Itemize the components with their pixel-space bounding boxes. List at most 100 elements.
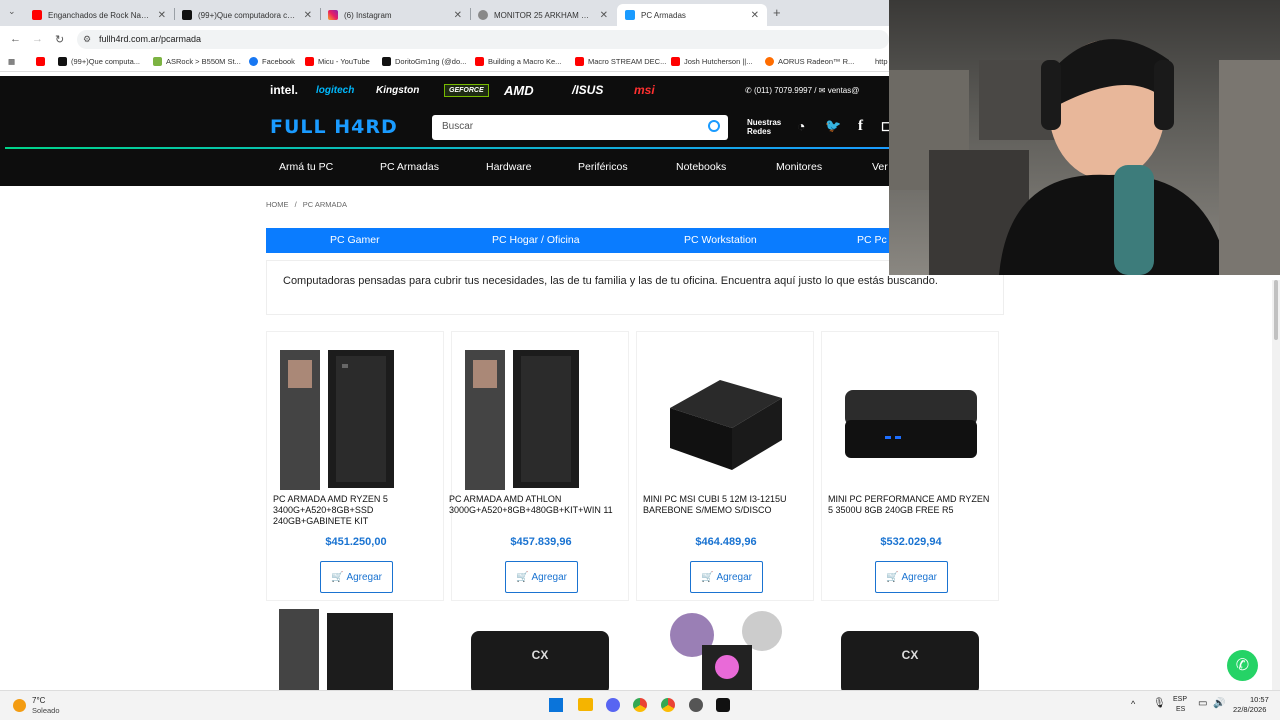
lang-indicator[interactable]: ESP <box>1173 696 1187 703</box>
category-pc-more[interactable]: PC Pc <box>857 234 887 246</box>
product-image <box>670 380 782 470</box>
menu-pc-armadas[interactable]: PC Armadas <box>380 161 439 173</box>
category-pc-gamer[interactable]: PC Gamer <box>330 234 380 246</box>
email-link[interactable]: ventas@ <box>828 86 860 95</box>
weather-desc[interactable]: Soleado <box>32 706 60 715</box>
app-icon[interactable] <box>689 698 703 712</box>
chrome-icon[interactable] <box>633 698 647 712</box>
chevron-up-icon[interactable]: ^ <box>1131 699 1135 709</box>
url-input[interactable]: ⚙ fullh4rd.com.ar/pcarmada <box>77 30 889 49</box>
close-tab-icon[interactable]: ✕ <box>304 10 312 21</box>
product-card[interactable]: CX <box>451 605 629 695</box>
site-info-icon[interactable]: ⚙ <box>83 30 91 49</box>
twitter-icon[interactable]: 🐦 <box>825 118 841 134</box>
add-to-cart-button[interactable]: 🛒 Agregar <box>690 561 763 593</box>
search-input[interactable]: Buscar <box>432 115 728 140</box>
product-card[interactable] <box>266 605 444 695</box>
bookmark-item[interactable]: Facebook <box>249 57 295 66</box>
browser-tab[interactable]: (99+)Que computadora comprar ✕ <box>174 4 320 26</box>
close-tab-icon[interactable]: ✕ <box>751 10 759 21</box>
close-tab-icon[interactable]: ✕ <box>158 10 166 21</box>
product-image <box>845 390 977 458</box>
msi-logo[interactable]: msi <box>634 83 655 97</box>
kingston-logo[interactable]: Kingston <box>376 85 419 96</box>
file-explorer-icon[interactable] <box>578 698 593 711</box>
windows-start-icon[interactable] <box>549 698 563 712</box>
scrollbar-thumb[interactable] <box>1274 280 1278 340</box>
network-icon[interactable]: ▭ <box>1198 698 1207 709</box>
clock-date[interactable]: 22/8/2026 <box>1233 705 1266 714</box>
weather-temp[interactable]: 7°C <box>32 696 45 705</box>
amd-logo[interactable]: AMD <box>504 83 534 98</box>
browser-tab[interactable]: MONITOR 25 ARKHAM GAMER ✕ <box>470 4 616 26</box>
add-to-cart-button[interactable]: 🛒 Agregar <box>505 561 578 593</box>
bookmark-item[interactable]: (99+)Que computa... <box>58 57 140 66</box>
lang-region[interactable]: ES <box>1176 706 1185 713</box>
product-card[interactable]: MINI PC PERFORMANCE AMD RYZEN 5 3500U 8G… <box>821 331 999 601</box>
browser-tab[interactable]: (6) Instagram ✕ <box>320 4 470 26</box>
product-card[interactable]: CX <box>821 605 999 695</box>
reload-icon[interactable]: ↻ <box>55 33 64 46</box>
bookmark-item[interactable]: ASRock > B550M St... <box>153 57 241 66</box>
phone-number[interactable]: (011) 7079.9997 <box>754 86 812 95</box>
weather-icon <box>13 699 26 712</box>
bookmark-item[interactable]: AORUS Radeon™ R... <box>765 57 854 66</box>
add-to-cart-button[interactable]: 🛒 Agregar <box>875 561 948 593</box>
facebook-icon[interactable]: f <box>858 118 863 135</box>
close-tab-icon[interactable]: ✕ <box>600 10 608 21</box>
product-name[interactable]: MINI PC PERFORMANCE AMD RYZEN 5 3500U 8G… <box>828 494 996 516</box>
browser-tab-active[interactable]: PC Armadas ✕ <box>617 4 767 26</box>
bookmark-item[interactable]: Building a Macro Ke... <box>475 57 561 66</box>
product-card[interactable] <box>636 605 814 695</box>
bookmark-item[interactable]: http <box>875 57 888 66</box>
bookmark-item[interactable] <box>36 57 49 66</box>
browser-tab[interactable]: Enganchados de Rock Nacional ✕ <box>24 4 174 26</box>
product-name[interactable]: PC ARMADA AMD RYZEN 5 3400G+A520+8GB+SSD… <box>273 494 441 527</box>
discord-icon[interactable] <box>606 698 620 712</box>
asus-logo[interactable]: /ISUS <box>572 83 603 97</box>
apps-icon[interactable]: ▦ <box>8 57 15 66</box>
search-icon[interactable] <box>708 120 720 132</box>
product-card[interactable]: PC ARMADA AMD ATHLON 3000G+A520+8GB+480G… <box>449 331 629 601</box>
menu-ver[interactable]: Ver <box>872 161 888 173</box>
bookmark-item[interactable]: DoritoGm1ng (@do... <box>382 57 466 66</box>
back-icon[interactable]: ← <box>10 33 21 45</box>
contact-info: ✆ (011) 7079.9997 / ✉ ventas@ <box>745 86 860 95</box>
menu-perifericos[interactable]: Periféricos <box>578 161 628 173</box>
product-card[interactable]: PC ARMADA AMD RYZEN 5 3400G+A520+8GB+SSD… <box>266 331 444 601</box>
category-pc-hogar[interactable]: PC Hogar / Oficina <box>492 234 580 246</box>
menu-arma-tu-pc[interactable]: Armá tu PC <box>279 161 333 173</box>
microphone-icon[interactable]: 🎙 <box>1153 698 1166 709</box>
page-scrollbar[interactable] <box>1272 280 1280 690</box>
whatsapp-icon[interactable]: ◔ <box>797 118 805 134</box>
bookmark-item[interactable]: Micu - YouTube <box>305 57 370 66</box>
menu-notebooks[interactable]: Notebooks <box>676 161 726 173</box>
close-tab-icon[interactable]: ✕ <box>454 10 462 21</box>
geforce-logo[interactable]: GEFORCE <box>444 84 489 97</box>
bookmark-item[interactable]: Josh Hutcherson ||... <box>671 57 753 66</box>
tab-search-icon[interactable]: ⌄ <box>8 6 16 17</box>
product-card[interactable]: MINI PC MSI CUBI 5 12M I3-1215U BAREBONE… <box>636 331 814 601</box>
product-name[interactable]: MINI PC MSI CUBI 5 12M I3-1215U BAREBONE… <box>643 494 811 516</box>
forward-icon[interactable]: → <box>32 33 43 45</box>
whatsapp-float-button[interactable]: ✆ <box>1227 650 1258 681</box>
menu-monitores[interactable]: Monitores <box>776 161 822 173</box>
bookmark-item[interactable]: Macro STREAM DEC... <box>575 57 666 66</box>
youtube-icon <box>36 57 45 66</box>
add-to-cart-button[interactable]: 🛒 Agregar <box>320 561 393 593</box>
intel-logo[interactable]: intel. <box>270 83 298 97</box>
breadcrumb-home[interactable]: HOME <box>266 200 289 209</box>
new-tab-icon[interactable]: + <box>773 5 781 20</box>
category-pc-workstation[interactable]: PC Workstation <box>684 234 757 246</box>
menu-hardware[interactable]: Hardware <box>486 161 532 173</box>
product-name[interactable]: PC ARMADA AMD ATHLON 3000G+A520+8GB+480G… <box>449 494 633 516</box>
product-price: $451.250,00 <box>325 536 387 548</box>
webcam-overlay <box>889 0 1280 275</box>
chrome-icon[interactable] <box>661 698 675 712</box>
clock-time[interactable]: 10:57 <box>1250 695 1269 704</box>
logitech-logo[interactable]: logitech <box>316 85 354 96</box>
tiktok-icon[interactable] <box>716 698 730 712</box>
phone-icon: ✆ <box>745 86 752 95</box>
site-logo[interactable]: FULL H4RD <box>270 116 398 138</box>
volume-icon[interactable]: 🔊 <box>1213 698 1225 709</box>
